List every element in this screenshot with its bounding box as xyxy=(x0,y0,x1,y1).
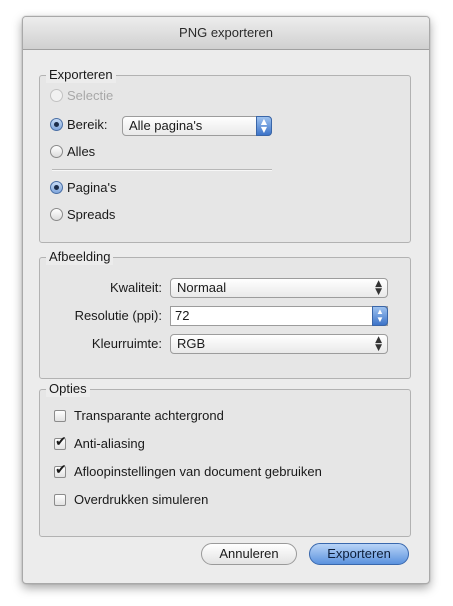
radio-pages-circle xyxy=(50,181,63,194)
radio-spreads-circle xyxy=(50,208,63,221)
cancel-button[interactable]: Annuleren xyxy=(201,543,297,565)
dialog-titlebar: PNG exporteren xyxy=(23,17,429,50)
checkbox-checked-icon: ✔ xyxy=(54,461,67,478)
resolution-stepper-icon[interactable]: ▲ ▼ xyxy=(372,306,388,326)
option-anti-aliasing[interactable]: ✔ Anti-aliasing xyxy=(54,433,145,451)
option-label: Anti-aliasing xyxy=(74,436,145,451)
export-group: Exporteren Selectie Bereik: Alle pagina'… xyxy=(39,67,411,243)
image-group-label: Afbeelding xyxy=(46,249,114,265)
option-label: Overdrukken simuleren xyxy=(74,492,209,507)
checkbox-checked-icon: ✔ xyxy=(54,433,67,450)
radio-range-label: Bereik: xyxy=(67,117,108,132)
radio-all-circle xyxy=(50,145,63,158)
option-bleed-settings[interactable]: ✔ Afloopinstellingen van document gebrui… xyxy=(54,461,322,479)
export-divider xyxy=(52,169,272,171)
radio-selection-circle xyxy=(50,89,63,102)
stage: PNG exporteren Exporteren Selectie Berei… xyxy=(0,0,453,606)
resolution-input-value: 72 xyxy=(175,308,190,323)
option-simulate-overprint[interactable]: Overdrukken simuleren xyxy=(54,492,208,507)
quality-select[interactable]: Normaal ▲ ▼ xyxy=(170,278,388,298)
colorspace-select-value: RGB xyxy=(177,336,206,351)
quality-select-value: Normaal xyxy=(177,280,227,295)
range-select[interactable]: Alle pagina's ▲ ▼ xyxy=(122,116,272,136)
radio-selection[interactable]: Selectie xyxy=(50,88,113,103)
options-group: Opties Transparante achtergrond ✔ Anti-a… xyxy=(39,381,411,537)
radio-range[interactable]: Bereik: xyxy=(50,117,107,132)
options-group-label: Opties xyxy=(46,381,90,397)
option-label: Afloopinstellingen van document gebruike… xyxy=(74,464,322,479)
radio-pages[interactable]: Pagina's xyxy=(50,180,116,195)
checkbox-unchecked-icon xyxy=(54,409,66,422)
image-group: Afbeelding Kwaliteit: Normaal ▲ ▼ Resolut… xyxy=(39,249,411,379)
radio-range-circle xyxy=(50,118,63,131)
colorspace-chevrons-icon: ▲ ▼ xyxy=(375,335,382,353)
png-export-dialog: PNG exporteren Exporteren Selectie Berei… xyxy=(22,16,430,584)
dialog-title: PNG exporteren xyxy=(179,25,273,40)
radio-all-label: Alles xyxy=(67,144,96,159)
radio-all[interactable]: Alles xyxy=(50,144,95,159)
colorspace-select[interactable]: RGB ▲ ▼ xyxy=(170,334,388,354)
checkbox-unchecked-icon xyxy=(54,493,66,506)
option-transparent-background[interactable]: Transparante achtergrond xyxy=(54,408,224,423)
radio-spreads[interactable]: Spreads xyxy=(50,207,115,222)
quality-label: Kwaliteit: xyxy=(109,280,162,295)
radio-spreads-label: Spreads xyxy=(67,207,116,222)
radio-selection-label: Selectie xyxy=(67,88,114,103)
quality-chevrons-icon: ▲ ▼ xyxy=(375,279,382,297)
export-group-label: Exporteren xyxy=(46,67,116,83)
export-button[interactable]: Exporteren xyxy=(309,543,409,565)
colorspace-label: Kleurruimte: xyxy=(91,336,162,351)
resolution-input[interactable]: 72 ▲ ▼ xyxy=(170,306,388,326)
radio-pages-label: Pagina's xyxy=(67,180,117,195)
range-select-value: Alle pagina's xyxy=(129,118,203,133)
resolution-label: Resolutie (ppi): xyxy=(74,308,162,323)
option-label: Transparante achtergrond xyxy=(74,408,224,423)
select-arrows-icon: ▲ ▼ xyxy=(256,116,272,136)
